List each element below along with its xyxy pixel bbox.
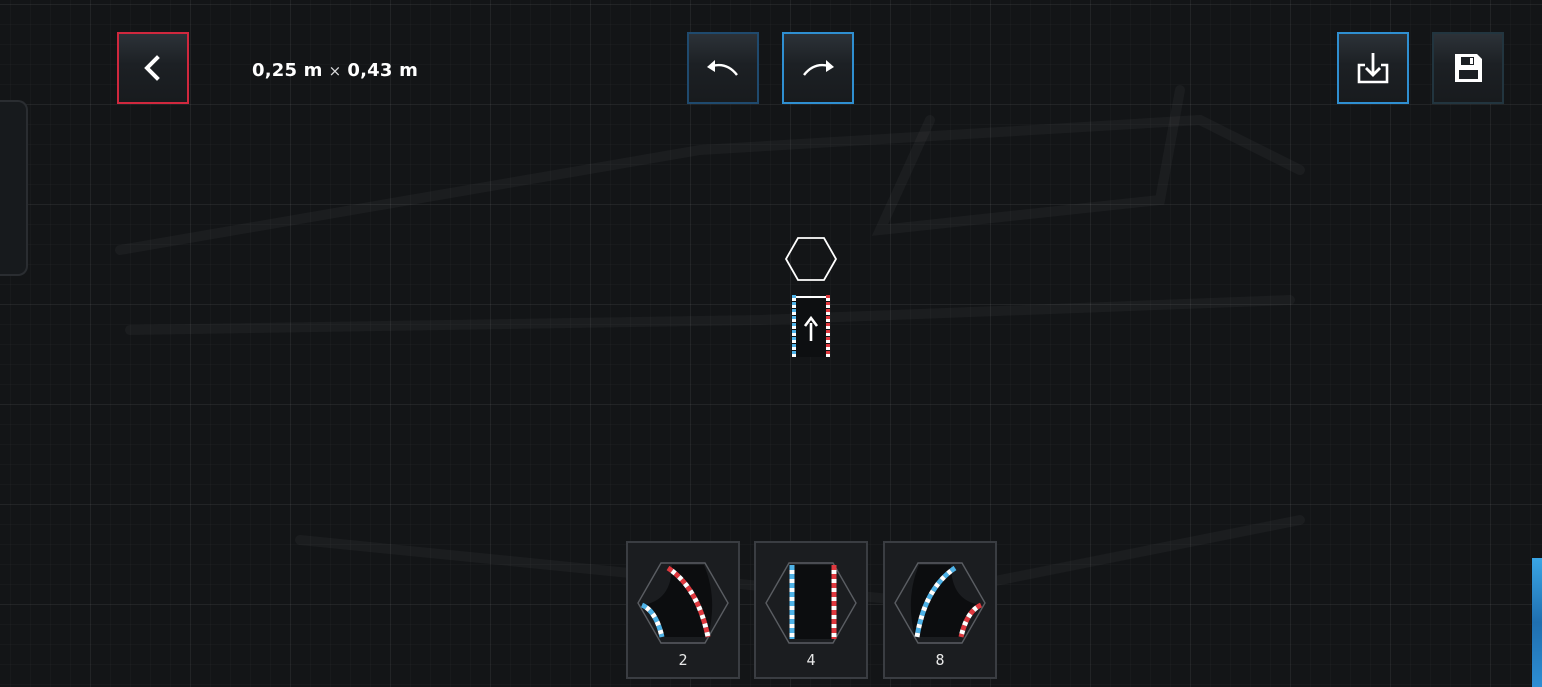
dimension-height: 0,43 m [347, 60, 419, 81]
tile-count: 4 [806, 651, 816, 669]
palette-tile-straight[interactable]: 4 [754, 541, 868, 679]
dimension-separator: × [328, 62, 342, 80]
undo-arrow-icon [707, 60, 738, 76]
palette-tile-curve-left[interactable]: 2 [626, 541, 740, 679]
straight-track-icon [765, 562, 857, 644]
curve-right-track-icon [894, 562, 986, 644]
back-button[interactable] [117, 32, 189, 104]
track-dimensions: 0,25 m × 0,43 m [252, 60, 418, 81]
dimension-width: 0,25 m [252, 60, 323, 81]
tile-count: 8 [935, 651, 945, 669]
hexagon-icon[interactable] [784, 236, 838, 282]
import-button[interactable] [1337, 32, 1409, 104]
import-tray-icon [1357, 53, 1389, 84]
tile-count: 2 [678, 651, 688, 669]
save-button[interactable] [1432, 32, 1504, 104]
redo-arrow-icon [803, 60, 834, 76]
side-drawer-handle[interactable] [0, 100, 28, 276]
palette-tile-curve-right[interactable]: 8 [883, 541, 997, 679]
undo-button[interactable] [687, 32, 759, 104]
straight-track-arrow-icon[interactable] [787, 293, 835, 359]
edge-panel-glow [1532, 558, 1542, 687]
chevron-left-icon [144, 55, 160, 81]
redo-button[interactable] [782, 32, 854, 104]
floppy-save-icon [1455, 54, 1482, 82]
curve-left-track-icon [637, 562, 729, 644]
